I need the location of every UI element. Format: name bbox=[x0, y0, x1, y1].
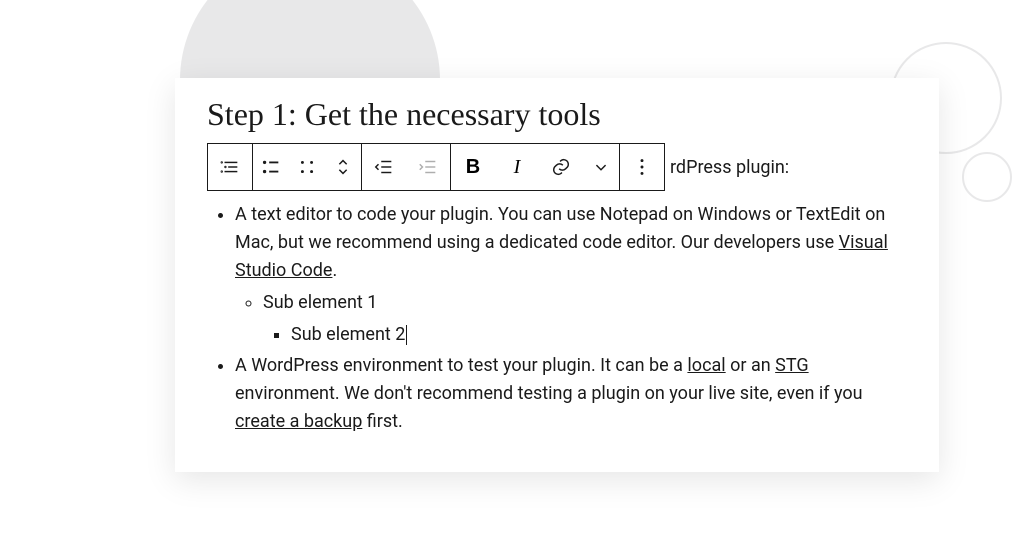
toolbar-row: B I rdPress plugin: bbox=[207, 143, 907, 191]
text: environment. We don't recommend testing … bbox=[235, 383, 863, 404]
page-heading[interactable]: Step 1: Get the necessary tools bbox=[207, 96, 907, 133]
bg-ring2 bbox=[962, 152, 1012, 202]
grid-button[interactable] bbox=[289, 144, 325, 190]
list-item[interactable]: Sub element 1 Sub element 2 bbox=[263, 289, 907, 349]
grid-icon bbox=[296, 156, 318, 178]
text: A text editor to code your plugin. You c… bbox=[235, 204, 885, 253]
bullet-list-button[interactable] bbox=[253, 144, 289, 190]
toolbar-group-block bbox=[207, 143, 253, 191]
bold-icon: B bbox=[466, 156, 480, 179]
sub-list-2[interactable]: Sub element 2 bbox=[263, 321, 907, 349]
list-item[interactable]: Sub element 2 bbox=[291, 321, 907, 349]
link-icon bbox=[550, 156, 572, 178]
more-options-button[interactable] bbox=[620, 144, 664, 190]
updown-icon bbox=[332, 156, 354, 178]
text: Sub element 1 bbox=[263, 292, 377, 313]
text: . bbox=[332, 260, 337, 281]
italic-button[interactable]: I bbox=[495, 144, 539, 190]
obscured-text[interactable]: rdPress plugin: bbox=[670, 157, 789, 178]
bold-button[interactable]: B bbox=[451, 144, 495, 190]
list-item[interactable]: A WordPress environment to test your plu… bbox=[235, 352, 907, 436]
indent-button[interactable] bbox=[406, 144, 450, 190]
toolbar-group-list bbox=[252, 143, 362, 191]
list-block-icon bbox=[219, 156, 241, 178]
sub-list-1[interactable]: Sub element 1 Sub element 2 bbox=[235, 289, 907, 349]
outdent-icon bbox=[373, 156, 395, 178]
bullet-list-icon bbox=[260, 156, 282, 178]
toolbar-group-more bbox=[619, 143, 665, 191]
more-icon bbox=[631, 156, 653, 178]
text: A WordPress environment to test your plu… bbox=[235, 355, 687, 376]
toolbar-group-indent bbox=[361, 143, 451, 191]
link-backup[interactable]: create a backup bbox=[235, 411, 362, 432]
link-stg[interactable]: STG bbox=[775, 355, 808, 376]
content-list[interactable]: A text editor to code your plugin. You c… bbox=[207, 201, 907, 436]
link-button[interactable] bbox=[539, 144, 583, 190]
format-more-button[interactable] bbox=[583, 144, 619, 190]
chevron-down-icon bbox=[590, 156, 612, 178]
text: or an bbox=[726, 355, 776, 376]
italic-icon: I bbox=[514, 156, 521, 179]
text: Sub element 2 bbox=[291, 324, 405, 345]
text-caret bbox=[406, 325, 407, 345]
move-button[interactable] bbox=[325, 144, 361, 190]
indent-icon bbox=[417, 156, 439, 178]
editor-panel: Step 1: Get the necessary tools bbox=[175, 78, 939, 472]
outdent-button[interactable] bbox=[362, 144, 406, 190]
block-type-button[interactable] bbox=[208, 144, 252, 190]
block-toolbar: B I bbox=[207, 143, 664, 191]
link-local[interactable]: local bbox=[687, 355, 725, 376]
text: first. bbox=[362, 411, 402, 432]
toolbar-group-format: B I bbox=[450, 143, 620, 191]
list-item[interactable]: A text editor to code your plugin. You c… bbox=[235, 201, 907, 348]
